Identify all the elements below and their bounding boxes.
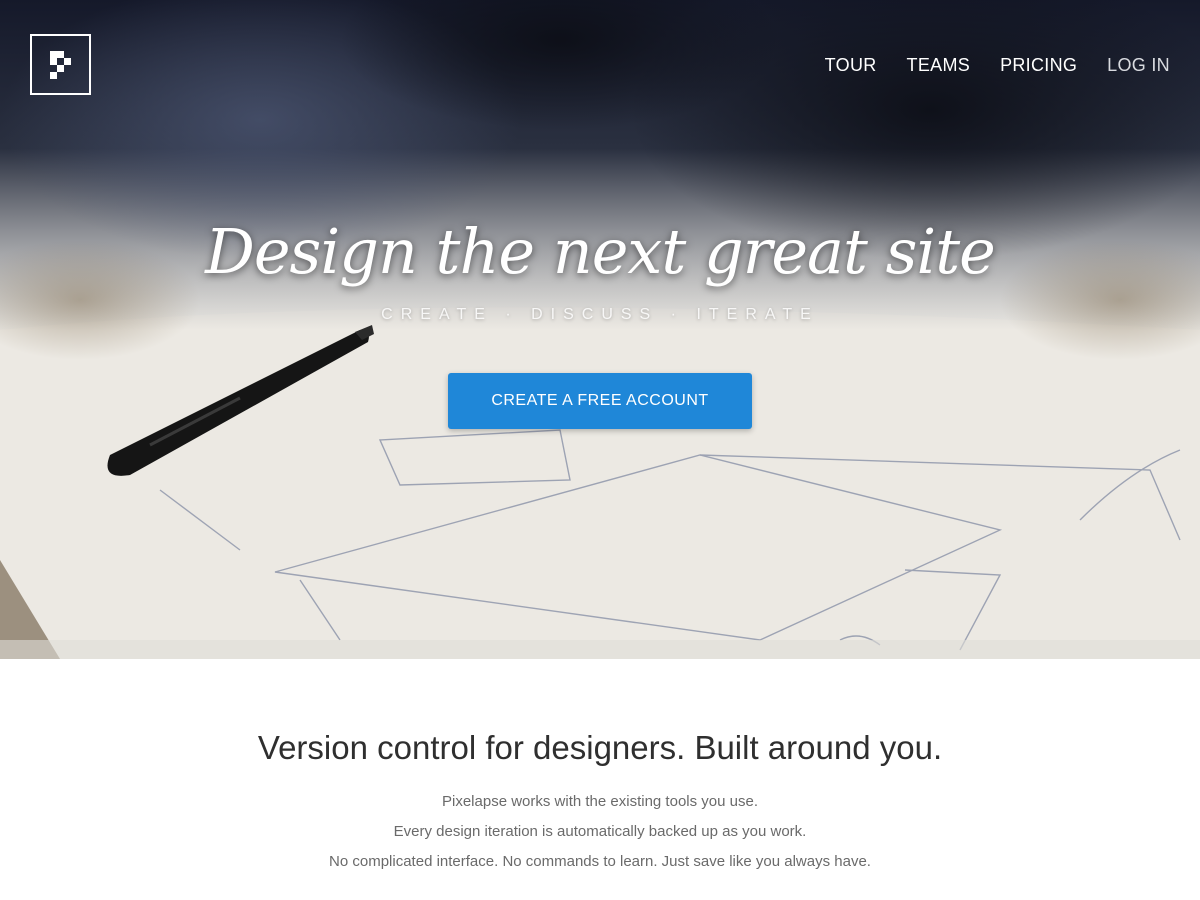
- intro-heading: Version control for designers. Built aro…: [257, 729, 943, 766]
- hero-tagline: CREATE · DISCUSS · ITERATE: [381, 306, 819, 323]
- intro-description: Pixelapse works with the existing tools …: [0, 790, 1200, 880]
- nav-pricing-link[interactable]: PRICING: [1000, 55, 1077, 75]
- nav-login-link[interactable]: LOG IN: [1107, 55, 1170, 75]
- nav-tour-link[interactable]: TOUR: [825, 55, 877, 75]
- main-nav: TOUR TEAMS PRICING LOG IN: [795, 55, 1170, 75]
- hero-section: TOUR TEAMS PRICING LOG IN Design the nex…: [0, 0, 1200, 659]
- hero-content: TOUR TEAMS PRICING LOG IN Design the nex…: [0, 0, 1200, 659]
- hero-headline: Design the next great site: [205, 215, 996, 288]
- intro-line: Pixelapse works with the existing tools …: [442, 793, 758, 810]
- intro-line: Every design iteration is automatically …: [393, 823, 807, 840]
- intro-line: No complicated interface. No commands to…: [329, 853, 871, 870]
- create-free-account-button[interactable]: CREATE A FREE ACCOUNT: [448, 373, 752, 429]
- intro-section: Version control for designers. Built aro…: [0, 659, 1200, 900]
- nav-teams-link[interactable]: TEAMS: [907, 55, 971, 75]
- pixel-p-logo-icon[interactable]: [30, 34, 91, 95]
